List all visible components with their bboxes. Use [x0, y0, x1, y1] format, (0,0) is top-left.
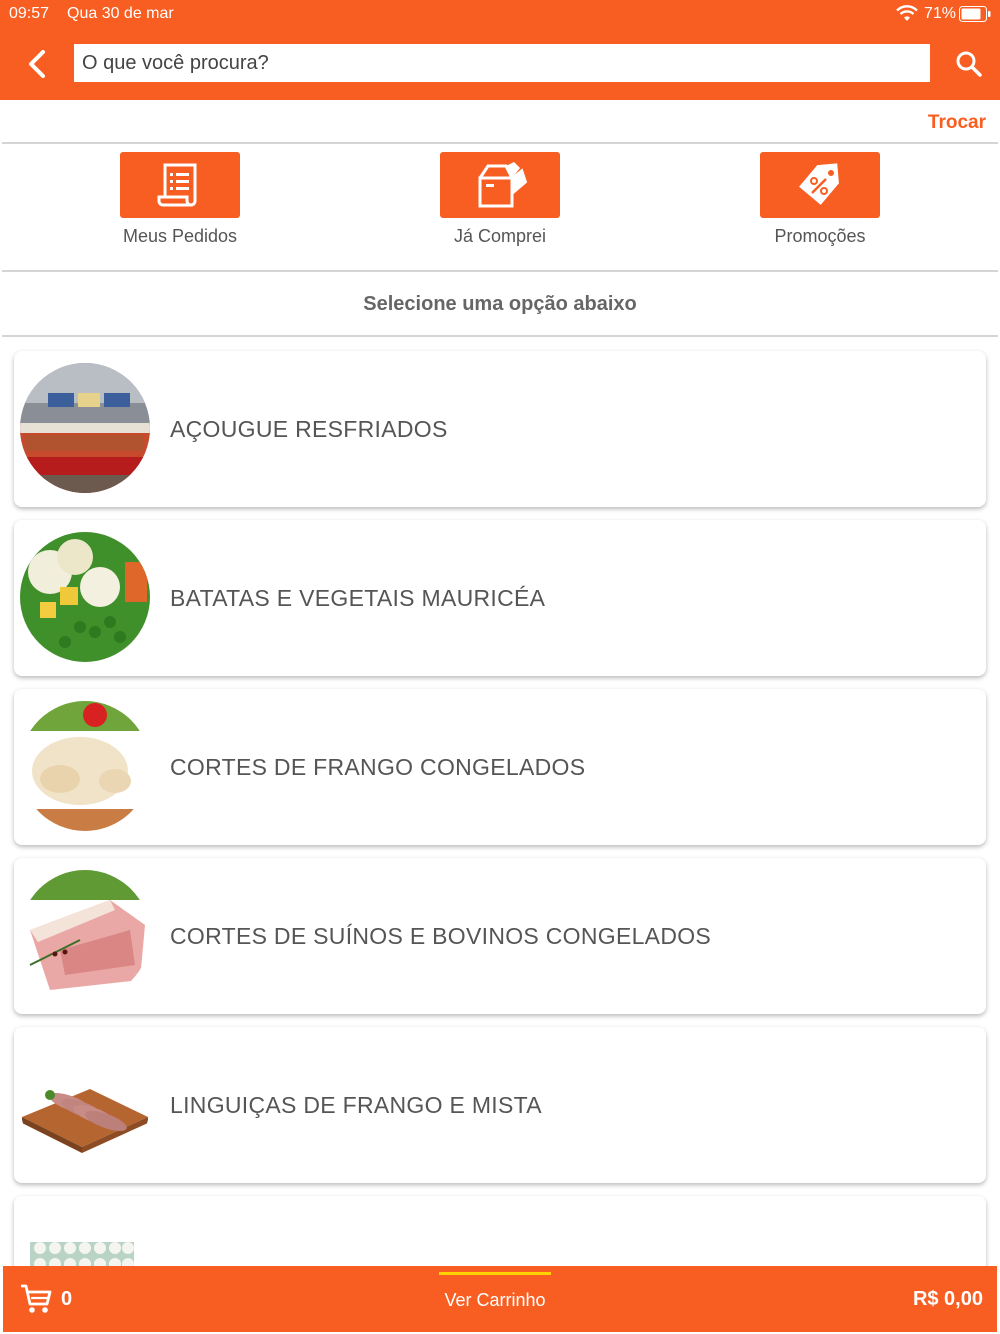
search-icon	[956, 51, 982, 77]
category-image-vegetables	[20, 532, 150, 662]
category-image-sausages	[20, 1039, 150, 1169]
category-image-pork	[20, 870, 150, 1000]
status-bar: 09:57 Qua 30 de mar 71%	[0, 0, 1000, 28]
status-time: 09:57	[9, 5, 50, 22]
already-bought-button[interactable]: Já Comprei	[420, 152, 580, 247]
status-date: Qua 30 de mar	[67, 5, 174, 22]
category-card-sausages[interactable]: LINGUIÇAS DE FRANGO E MISTA	[14, 1027, 986, 1183]
section-title: Selecione uma opção abaixo	[363, 293, 637, 315]
search-button[interactable]	[948, 44, 990, 84]
back-button[interactable]	[18, 44, 56, 84]
category-card-frozen-chicken[interactable]: CORTES DE FRANGO CONGELADOS	[14, 689, 986, 845]
view-cart-indicator	[439, 1272, 551, 1275]
cart-item-count: 0	[61, 1288, 73, 1310]
category-list[interactable]: AÇOUGUE RESFRIADOS BATATAS E VEGETAIS MA…	[0, 337, 1000, 1266]
category-name: CORTES DE FRANGO CONGELADOS	[170, 753, 586, 780]
category-card-butcher[interactable]: AÇOUGUE RESFRIADOS	[14, 351, 986, 507]
category-image-butcher	[20, 363, 150, 493]
divider	[2, 142, 998, 144]
category-card-eggs[interactable]	[14, 1196, 986, 1266]
category-name: LINGUIÇAS DE FRANGO E MISTA	[170, 1091, 542, 1118]
promotions-button[interactable]: Promoções	[740, 152, 900, 247]
category-name: CORTES DE SUÍNOS E BOVINOS CONGELADOS	[170, 922, 712, 949]
battery-percentage: 71%	[924, 5, 957, 22]
already-bought-label: Já Comprei	[453, 226, 547, 246]
promotions-label: Promoções	[774, 226, 866, 246]
category-image-chicken	[20, 701, 150, 831]
search-input[interactable]	[74, 44, 930, 82]
promotions-tile[interactable]	[760, 152, 880, 218]
category-card-potatoes-vegetables[interactable]: BATATAS E VEGETAIS MAURICÉA	[14, 520, 986, 676]
divider	[2, 270, 998, 272]
search-field[interactable]	[74, 44, 930, 82]
receipt-icon	[157, 163, 197, 207]
battery-icon	[959, 6, 991, 22]
already-bought-tile[interactable]	[440, 152, 560, 218]
my-orders-button[interactable]: Meus Pedidos	[100, 152, 260, 247]
my-orders-label: Meus Pedidos	[122, 226, 238, 246]
cart-total: R$ 0,00	[912, 1288, 983, 1310]
shopping-cart-icon[interactable]	[19, 1283, 53, 1315]
cart-bar: 0 Ver Carrinho R$ 0,00	[3, 1266, 997, 1332]
wifi-icon	[896, 5, 918, 21]
box-icon	[478, 162, 528, 208]
category-image-eggs	[20, 1208, 150, 1266]
category-card-pork-beef[interactable]: CORTES DE SUÍNOS E BOVINOS CONGELADOS	[14, 858, 986, 1014]
app-header: 09:57 Qua 30 de mar 71%	[0, 0, 1000, 100]
my-orders-tile[interactable]	[120, 152, 240, 218]
change-store-link[interactable]: Trocar	[928, 112, 986, 134]
view-cart-label: Ver Carrinho	[444, 1290, 546, 1310]
discount-tag-icon	[799, 163, 839, 205]
chevron-left-icon	[29, 50, 45, 78]
category-name: BATATAS E VEGETAIS MAURICÉA	[170, 584, 546, 611]
view-cart-button[interactable]: Ver Carrinho	[439, 1266, 551, 1332]
category-name: AÇOUGUE RESFRIADOS	[170, 415, 448, 442]
